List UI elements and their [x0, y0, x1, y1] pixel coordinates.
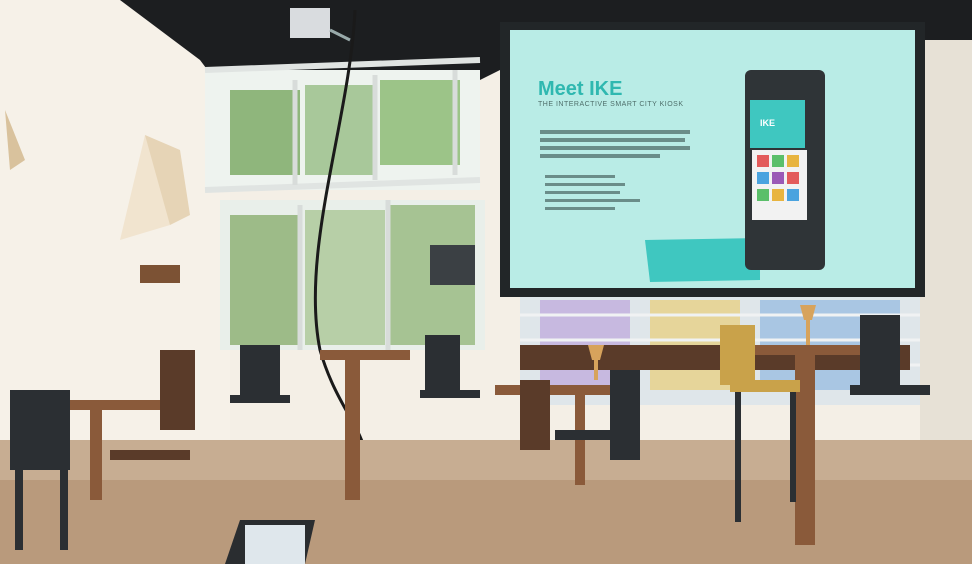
ceiling-light [290, 8, 330, 38]
projector-screen [500, 22, 925, 297]
slide-title: Meet IKE [538, 78, 623, 100]
photo-scene: Meet IKE THE INTERACTIVE SMART CITY KIOS… [0, 0, 972, 564]
lower-windows [220, 200, 485, 350]
laptop [225, 520, 315, 564]
kiosk-brand: IKE [760, 118, 776, 128]
slide-subtitle: THE INTERACTIVE SMART CITY KIOSK [538, 101, 684, 108]
upper-windows [204, 57, 481, 193]
scene-drawing [0, 0, 972, 564]
floor [0, 470, 972, 564]
